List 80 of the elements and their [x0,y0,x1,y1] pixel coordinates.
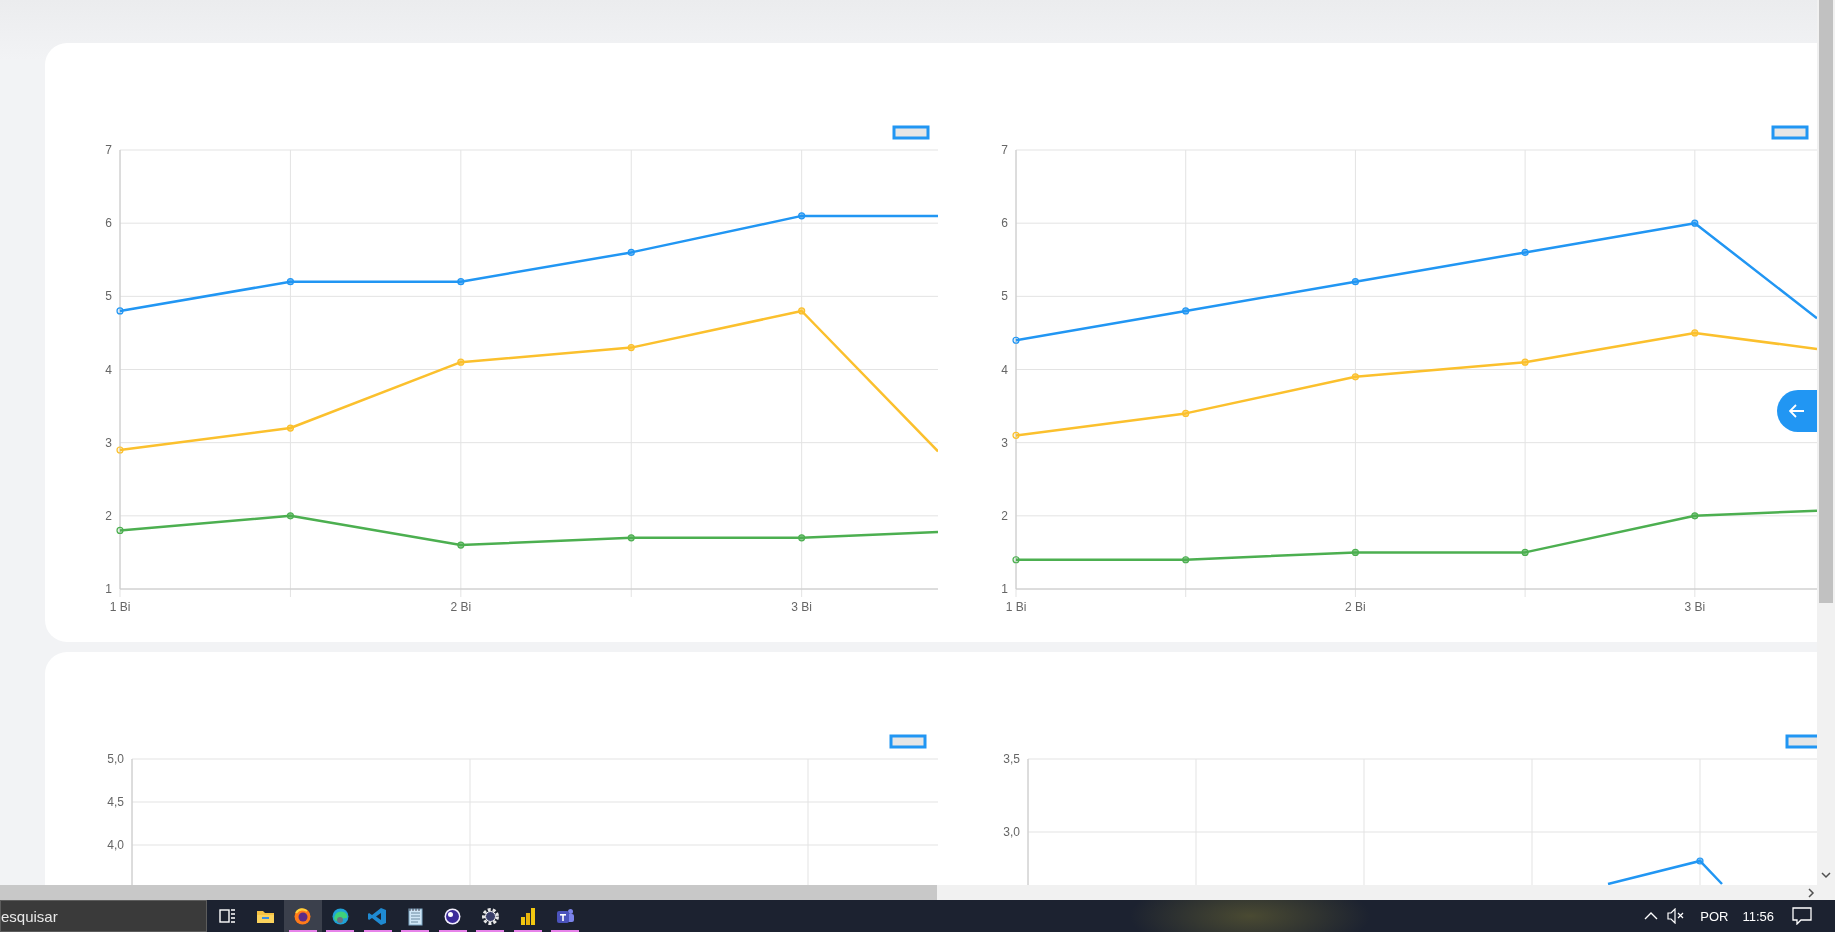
scrollbar-thumb[interactable] [1819,0,1833,603]
legend-swatch-icon[interactable] [892,125,930,140]
data-point [1521,548,1529,556]
axis-tick-label: 5 [105,289,112,304]
speaker-muted-icon[interactable] [1667,908,1686,924]
tile-icon [555,906,575,926]
axis-tick-label: 3 [105,435,112,450]
axis-tick-label: 2 Bi [450,600,472,614]
data-point [116,446,124,454]
axis-tick-label: 5 [1001,289,1008,304]
data-point [1351,278,1359,286]
data-point [286,424,295,432]
axis-tick-label: 7 [1001,143,1008,157]
scroll-right-icon[interactable] [1807,887,1815,898]
orb-icon [443,906,463,926]
axis-tick-label: 4 [1001,362,1008,377]
data-point [1691,219,1699,227]
data-point [1521,248,1529,257]
data-point [286,512,295,520]
bar-chart-icon [518,906,538,926]
data-point [627,534,635,542]
data-point [1691,329,1699,337]
gear-icon [480,906,500,926]
data-point [1012,431,1020,439]
data-point [1691,512,1699,520]
axis-tick-label: 1 [1001,582,1008,596]
data-point [1182,307,1190,315]
scroll-down-icon[interactable] [1821,871,1831,879]
legend-swatch-icon[interactable] [1771,125,1809,140]
axis-tick-label: 1 Bi [1005,600,1027,614]
axis-tick-label: 4 [105,362,112,377]
data-point [457,358,465,366]
data-point [798,534,806,542]
data-point [627,248,635,257]
collapse-panel-button[interactable] [1777,390,1817,432]
data-point [286,278,295,286]
axis-tick-label: 2 Bi [1345,600,1366,614]
data-point [116,307,124,315]
chevron-up-icon[interactable] [1644,911,1659,921]
axis-tick-label: 4,0 [107,838,124,852]
axis-tick-label: 2 [105,508,112,523]
data-point [457,278,465,286]
data-point [1351,373,1359,381]
axis-tick-label: 3,0 [1003,825,1020,839]
axis-tick-label: 3 [1001,435,1008,450]
axis-tick-label: 6 [1001,216,1008,231]
data-point [116,526,124,535]
axis-tick-label: 3,5 [1003,752,1020,766]
data-point [1012,336,1020,344]
axis-tick-label: 4,5 [107,795,124,809]
task-view-icon [218,906,238,926]
axis-tick-label: 3 Bi [791,600,812,614]
ring-icon [293,906,313,926]
search-field[interactable]: esquisar [0,900,207,932]
clock-time[interactable]: 11:56 [1734,908,1784,924]
data-point [1521,358,1529,366]
axis-tick-label: 6 [105,216,112,231]
data-point [1182,556,1190,564]
code-icon [368,906,388,926]
axis-tick-label: 2 [1001,508,1008,523]
data-point [1182,409,1190,417]
swirl-icon [330,906,350,926]
data-point [457,541,465,549]
notepad-icon [405,906,425,926]
data-point [798,307,806,315]
language-indicator[interactable]: POR [1694,908,1735,924]
notification-icon[interactable] [1792,907,1812,925]
arrow-left-icon [1789,404,1805,418]
legend-swatch-icon[interactable] [889,734,927,749]
axis-tick-label: 7 [105,143,112,157]
data-point [798,212,806,220]
scrollbar-thumb[interactable] [0,885,937,900]
legend-swatch-icon[interactable] [1785,734,1817,749]
axis-tick-label: 5,0 [107,752,124,766]
data-point [627,343,635,352]
data-point [1012,556,1020,564]
data-point [1351,548,1359,556]
axis-tick-label: 1 [105,582,112,596]
axis-tick-label: 3 Bi [1684,600,1706,614]
axis-tick-label: 1 Bi [109,600,131,614]
